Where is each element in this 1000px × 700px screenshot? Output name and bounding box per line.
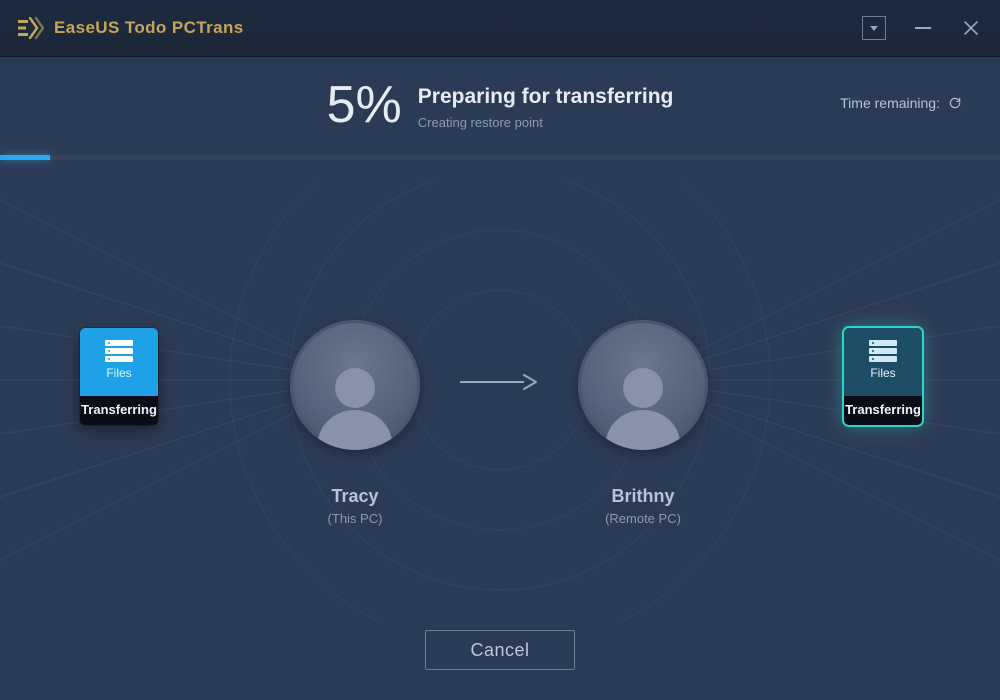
time-remaining: Time remaining: (840, 95, 962, 111)
source-tile-label: Files (80, 364, 158, 388)
target-files-tile[interactable]: Files Transferring (844, 328, 922, 425)
cancel-button[interactable]: Cancel (425, 630, 575, 670)
dropdown-arrow-icon (870, 26, 878, 31)
source-pc: Tracy (This PC) (290, 320, 420, 526)
time-remaining-label: Time remaining: (840, 95, 940, 111)
source-avatar (290, 320, 420, 450)
minimize-button[interactable] (912, 17, 934, 39)
person-silhouette-icon (593, 350, 693, 450)
source-pc-role: (This PC) (290, 511, 420, 526)
source-pc-name: Tracy (290, 486, 420, 507)
minimize-icon (915, 27, 931, 29)
source-files-tile[interactable]: Files Transferring (80, 328, 158, 425)
dropdown-button[interactable] (862, 16, 886, 40)
target-avatar (578, 320, 708, 450)
target-pc-name: Brithny (578, 486, 708, 507)
progress-bar-track (0, 155, 1000, 160)
source-tile-status: Transferring (80, 396, 158, 425)
progress-subtitle: Creating restore point (418, 115, 674, 130)
footer-actions: Cancel (0, 630, 1000, 670)
refresh-icon (948, 96, 962, 110)
files-icon (102, 338, 136, 364)
progress-bar-fill (0, 155, 50, 160)
close-icon (963, 20, 979, 36)
app-title: EaseUS Todo PCTrans (54, 18, 244, 38)
close-button[interactable] (960, 17, 982, 39)
transfer-arrow-icon (458, 372, 538, 392)
title-bar-left: EaseUS Todo PCTrans (18, 17, 244, 39)
app-logo-icon (18, 17, 44, 39)
target-pc-role: (Remote PC) (578, 511, 708, 526)
title-bar: EaseUS Todo PCTrans (0, 0, 1000, 57)
target-pc: Brithny (Remote PC) (578, 320, 708, 526)
target-tile-label: Files (844, 364, 922, 388)
progress-percent: 5% (327, 79, 402, 131)
progress-title: Preparing for transferring (418, 85, 674, 109)
transfer-stage: Files Transferring Files Transferring (0, 180, 1000, 620)
files-icon (866, 338, 900, 364)
person-silhouette-icon (305, 350, 405, 450)
window-controls (862, 16, 982, 40)
target-tile-status: Transferring (844, 396, 922, 425)
progress-header: 5% Preparing for transferring Creating r… (0, 79, 1000, 131)
